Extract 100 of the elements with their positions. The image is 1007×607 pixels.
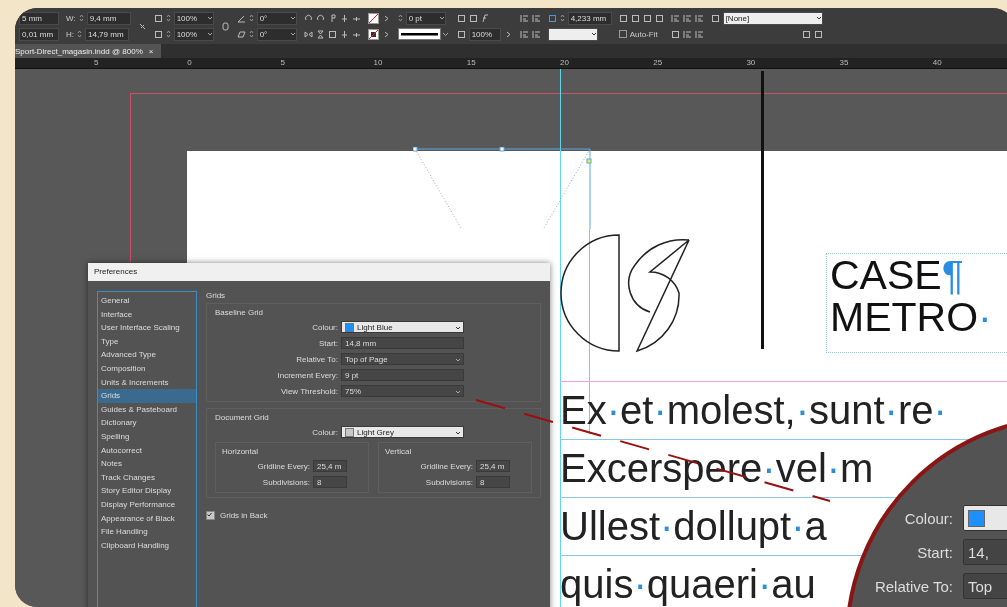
colour-dropdown[interactable]: Light Blue	[341, 321, 464, 333]
scale-y-dropdown[interactable]: 100%	[173, 27, 214, 41]
shear-dropdown[interactable]: 0°	[256, 27, 297, 41]
stepper-icon[interactable]	[77, 29, 82, 39]
input-field[interactable]: 25,4 m	[313, 460, 347, 472]
caret-icon	[815, 16, 822, 20]
align-icon[interactable]	[531, 13, 541, 23]
category-item[interactable]: Display Performance	[98, 497, 196, 512]
field-label: Colour:	[311, 322, 338, 332]
close-icon[interactable]: ×	[148, 46, 154, 56]
input-field[interactable]: 14,8 mm	[341, 337, 464, 349]
y-field[interactable]: 0,01 mm	[19, 27, 59, 41]
height-field[interactable]: 14,79 mm	[85, 27, 129, 41]
caret-icon	[438, 16, 445, 20]
field-label: Gridline Every:	[419, 461, 473, 471]
colour-dropdown[interactable]	[547, 27, 598, 41]
align-icon[interactable]	[519, 29, 529, 39]
align-icon[interactable]	[694, 13, 704, 23]
auto-fit-checkbox[interactable]	[618, 30, 627, 38]
fit-frame-icon[interactable]	[547, 13, 557, 23]
category-item[interactable]: Guides & Pasteboard	[98, 402, 196, 417]
input-field[interactable]: 14,	[963, 539, 1007, 565]
category-item[interactable]: Appearance of Black	[98, 511, 196, 526]
flip-icon[interactable]	[315, 29, 325, 39]
frame-icon[interactable]	[327, 29, 337, 39]
align-icon[interactable]	[519, 13, 529, 23]
heading-text: CASE¶ METRO·	[826, 253, 1007, 353]
stepper-icon[interactable]	[165, 13, 171, 23]
fill-swatch-icon[interactable]	[367, 28, 379, 40]
stepper-icon[interactable]	[165, 29, 171, 39]
field-label: View Threshold:	[279, 386, 338, 396]
align-icon[interactable]	[682, 29, 692, 39]
scale-x-dropdown[interactable]: 100%	[173, 11, 214, 25]
frame-icon[interactable]	[710, 13, 720, 23]
input-field[interactable]: 8	[313, 476, 347, 488]
category-item[interactable]: Units & Increments	[98, 375, 196, 390]
align-icon[interactable]	[531, 29, 541, 39]
group-title: Horizontal	[222, 447, 259, 456]
stroke-style-dropdown[interactable]	[397, 28, 450, 40]
stepper-icon[interactable]	[248, 13, 254, 23]
stepper-icon[interactable]	[559, 13, 565, 23]
group-title: Document Grid	[215, 413, 270, 422]
dropdown[interactable]: 75%	[341, 385, 464, 397]
category-item[interactable]: Clipboard Handling	[98, 538, 196, 553]
ruler-number: 20	[560, 58, 569, 67]
category-item[interactable]: Story Editor Display	[98, 484, 196, 498]
stroke-swatch-icon[interactable]	[367, 12, 379, 24]
stroke-weight-dropdown[interactable]: 0 pt	[405, 11, 446, 25]
caret-icon	[289, 16, 296, 20]
align-icon[interactable]	[670, 13, 680, 23]
gutter-field[interactable]: 4,233 mm	[567, 11, 612, 25]
category-item[interactable]: Dictionary	[98, 416, 196, 430]
group-title: Baseline Grid	[215, 308, 265, 317]
input-field[interactable]: 25,4 m	[476, 460, 510, 472]
stepper-icon[interactable]	[397, 13, 403, 23]
category-item[interactable]: Advanced Type	[98, 348, 196, 362]
fx-icon[interactable]	[480, 13, 490, 23]
stepper-icon[interactable]	[78, 13, 84, 23]
category-item[interactable]: Composition	[98, 361, 196, 376]
group-title: Vertical	[385, 447, 413, 456]
dropdown[interactable]: Top	[963, 573, 1007, 599]
caret-icon	[289, 32, 296, 36]
dropdown[interactable]: Top of Page	[341, 353, 464, 365]
colour-dropdown[interactable]: Light Grey	[341, 426, 464, 438]
input-field[interactable]: 8	[476, 476, 510, 488]
rotation-dropdown[interactable]: 0°	[256, 11, 297, 25]
category-item[interactable]: Grids	[98, 389, 196, 403]
anchor-icon[interactable]	[339, 29, 349, 39]
field-label: Start:	[916, 543, 953, 561]
field-label: Subdivisions:	[424, 477, 473, 487]
object-style-dropdown[interactable]: [None]	[722, 11, 823, 25]
category-item[interactable]: Notes	[98, 457, 196, 471]
angle-icon[interactable]	[236, 13, 246, 23]
category-item[interactable]: Type	[98, 334, 196, 349]
checkbox[interactable]	[206, 511, 215, 520]
input-field[interactable]: 9 pt	[341, 369, 464, 381]
checkbox-label: Grids in Back	[220, 511, 268, 520]
align-icon[interactable]	[694, 29, 704, 39]
category-item[interactable]: Interface	[98, 307, 196, 322]
caret-icon	[206, 16, 213, 20]
category-item[interactable]: User Interface Scaling	[98, 321, 196, 335]
stepper-icon[interactable]	[248, 29, 254, 39]
category-item[interactable]: Track Changes	[98, 470, 196, 485]
shear-icon[interactable]	[236, 29, 246, 39]
align-icon[interactable]	[682, 13, 692, 23]
category-item[interactable]: File Handling	[98, 525, 196, 539]
category-item[interactable]: General	[98, 294, 196, 308]
category-item[interactable]: Autocorrect	[98, 443, 196, 458]
ruler-number: 15	[466, 58, 476, 67]
x-field[interactable]: 5 mm	[19, 11, 59, 25]
width-field[interactable]: 9,4 mm	[86, 11, 131, 25]
document-tab[interactable]: Sport-Direct_magasin.indd @ 800% ×	[15, 44, 162, 58]
flip-icon[interactable]	[303, 29, 313, 39]
ruler-number: 10	[373, 58, 383, 67]
field-label: Gridline Every:	[256, 461, 310, 471]
field-label: Relative To:	[295, 354, 338, 364]
category-item[interactable]: Spelling	[98, 429, 196, 444]
anchor-icon[interactable]	[339, 13, 349, 23]
section-title: Grids	[206, 291, 227, 300]
opacity-field[interactable]: 100%	[468, 27, 501, 41]
